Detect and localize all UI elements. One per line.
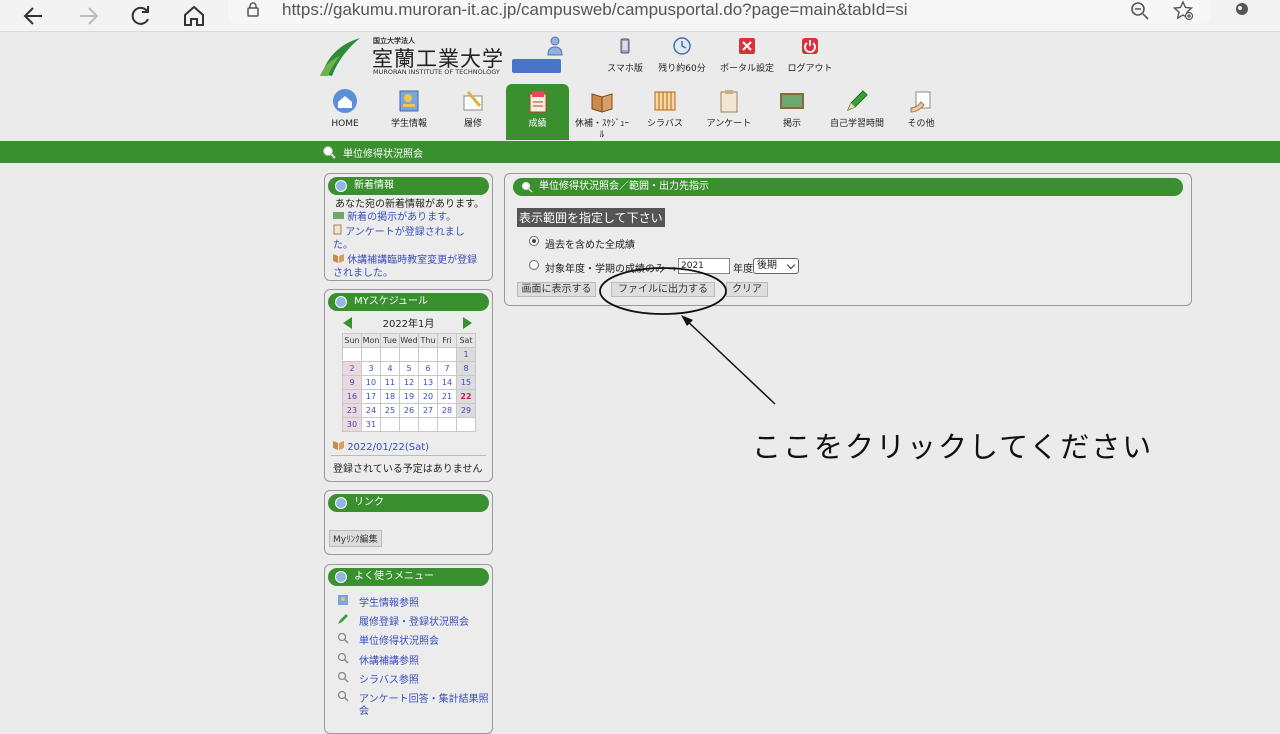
highlight-ellipse <box>599 267 727 315</box>
annotation-overlay <box>599 267 776 405</box>
annotation-arrow <box>683 317 776 405</box>
annotation-text: ここをクリックしてください <box>752 430 1154 464</box>
